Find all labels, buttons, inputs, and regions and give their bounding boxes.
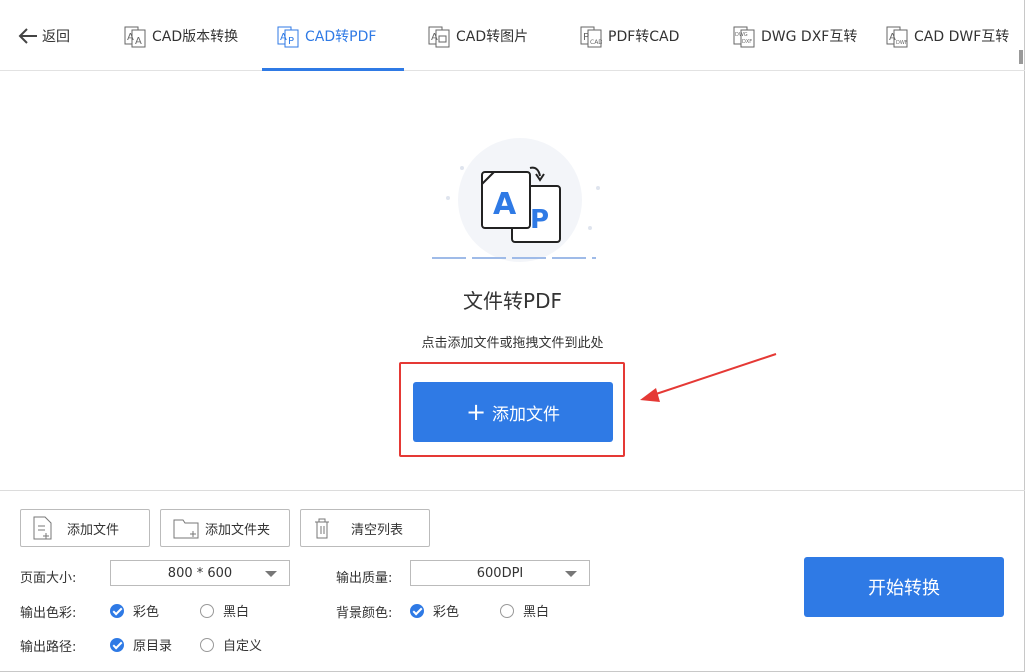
bg-option-color[interactable]: 彩色 bbox=[410, 601, 459, 620]
add-folder-icon bbox=[173, 519, 199, 539]
trash-icon bbox=[315, 518, 329, 539]
tab-label: CAD转图片 bbox=[456, 28, 529, 45]
tab-label: CAD转PDF bbox=[305, 28, 377, 45]
page-size-value: 800 * 600 bbox=[167, 565, 233, 581]
radio-checked-icon bbox=[110, 637, 124, 652]
quality-select[interactable]: 600DPI bbox=[410, 560, 590, 586]
color-option-bw[interactable]: 黑白 bbox=[200, 601, 249, 620]
toolbar-clear-list-button[interactable]: 清空列表 bbox=[300, 509, 430, 547]
tab-label: CAD版本转换 bbox=[152, 28, 239, 45]
page-size-select[interactable]: 800 * 600 bbox=[110, 560, 290, 586]
toolbar-add-folder-button[interactable]: 添加文件夹 bbox=[160, 509, 290, 547]
svg-text:A: A bbox=[280, 32, 287, 43]
hero-letter-a: A bbox=[493, 187, 517, 222]
radio-label: 黑白 bbox=[223, 605, 250, 620]
radio-unchecked-icon bbox=[200, 603, 214, 618]
radio-label: 彩色 bbox=[133, 605, 160, 620]
toolbar-add-file-label: 添加文件 bbox=[67, 522, 120, 538]
color-option-color[interactable]: 彩色 bbox=[110, 601, 159, 620]
hero-letter-p: P bbox=[530, 205, 549, 235]
chevron-down-icon bbox=[565, 571, 577, 577]
toolbar-add-folder-label: 添加文件夹 bbox=[205, 522, 271, 538]
svg-text:A: A bbox=[431, 32, 438, 43]
svg-text:CAD: CAD bbox=[590, 39, 602, 46]
start-convert-button[interactable]: 开始转换 bbox=[804, 557, 1004, 617]
pdf-to-cad-icon: P CAD bbox=[580, 26, 602, 47]
cad-dwf-icon: A DWF bbox=[886, 26, 908, 47]
color-label: 输出色彩: bbox=[20, 606, 77, 621]
svg-text:A: A bbox=[127, 32, 134, 43]
cad-to-image-icon: A bbox=[428, 26, 450, 47]
output-path-label: 输出路径: bbox=[20, 640, 77, 655]
back-button[interactable]: 返回 bbox=[18, 24, 70, 48]
cad-to-pdf-icon: AP bbox=[277, 26, 299, 47]
radio-label: 原目录 bbox=[133, 639, 173, 654]
drop-zone-title: 文件转PDF bbox=[463, 289, 562, 313]
cad-version-icon: AA bbox=[124, 26, 146, 47]
toolbar-clear-list-label: 清空列表 bbox=[351, 522, 404, 538]
tab-label: DWG DXF互转 bbox=[761, 28, 858, 45]
bg-color-label: 背景颜色: bbox=[336, 606, 393, 621]
add-file-icon bbox=[33, 516, 52, 540]
tab-label: PDF转CAD bbox=[608, 28, 680, 45]
tab-cad-version[interactable]: AA CAD版本转换 bbox=[124, 0, 238, 71]
drop-zone-illustration: A P bbox=[420, 128, 610, 268]
dwg-dxf-icon: DWGDXF bbox=[733, 26, 755, 47]
svg-text:DWF: DWF bbox=[896, 40, 908, 46]
radio-label: 彩色 bbox=[433, 605, 460, 620]
svg-text:DWG: DWG bbox=[735, 32, 748, 38]
settings-panel: 添加文件 添加文件夹 清空列表 页面大小: 800 * 600 输出质量: 60… bbox=[0, 490, 1025, 672]
radio-unchecked-icon bbox=[500, 603, 514, 618]
bg-option-bw[interactable]: 黑白 bbox=[500, 601, 549, 620]
quality-value: 600DPI bbox=[476, 565, 524, 581]
toolbar-add-file-button[interactable]: 添加文件 bbox=[20, 509, 150, 547]
quality-label: 输出质量: bbox=[336, 571, 393, 586]
svg-text:A: A bbox=[889, 32, 896, 43]
radio-label: 黑白 bbox=[523, 605, 550, 620]
active-tab-indicator bbox=[262, 68, 404, 71]
top-nav: 返回 AA CAD版本转换 AP CAD转PDF A CAD转图片 P CAD P… bbox=[0, 0, 1025, 71]
svg-text:P: P bbox=[288, 36, 294, 47]
svg-text:DXF: DXF bbox=[742, 39, 752, 45]
app-window: 返回 AA CAD版本转换 AP CAD转PDF A CAD转图片 P CAD P… bbox=[0, 0, 1025, 672]
tab-label: CAD DWF互转 bbox=[914, 28, 1010, 45]
radio-checked-icon bbox=[110, 603, 124, 618]
back-label: 返回 bbox=[42, 29, 70, 45]
add-file-button-label: 添加文件 bbox=[492, 404, 561, 425]
chevron-down-icon bbox=[265, 571, 277, 577]
radio-label: 自定义 bbox=[223, 639, 263, 654]
tab-dwg-dxf[interactable]: DWG DXF DWG DXF互转 bbox=[733, 0, 857, 71]
path-option-original[interactable]: 原目录 bbox=[110, 635, 172, 654]
tab-cad-to-pdf[interactable]: AP CAD转PDF bbox=[277, 0, 376, 71]
svg-text:A: A bbox=[135, 36, 142, 47]
drop-zone-hint: 点击添加文件或拖拽文件到此处 bbox=[421, 336, 604, 351]
tab-cad-dwf[interactable]: A DWF CAD DWF互转 bbox=[886, 0, 1009, 71]
back-arrow-icon bbox=[18, 28, 37, 44]
radio-unchecked-icon bbox=[200, 637, 214, 652]
add-file-button[interactable]: + 添加文件 bbox=[413, 382, 613, 442]
svg-text:P: P bbox=[583, 32, 589, 43]
tab-cad-to-image[interactable]: A CAD转图片 bbox=[428, 0, 528, 71]
path-option-custom[interactable]: 自定义 bbox=[200, 635, 262, 654]
tab-pdf-to-cad[interactable]: P CAD PDF转CAD bbox=[580, 0, 679, 71]
plus-icon: + bbox=[465, 398, 487, 426]
radio-checked-icon bbox=[410, 603, 424, 618]
scrollbar-handle[interactable] bbox=[1019, 50, 1023, 64]
annotation-arrow-icon bbox=[640, 353, 777, 402]
page-size-label: 页面大小: bbox=[20, 571, 77, 586]
